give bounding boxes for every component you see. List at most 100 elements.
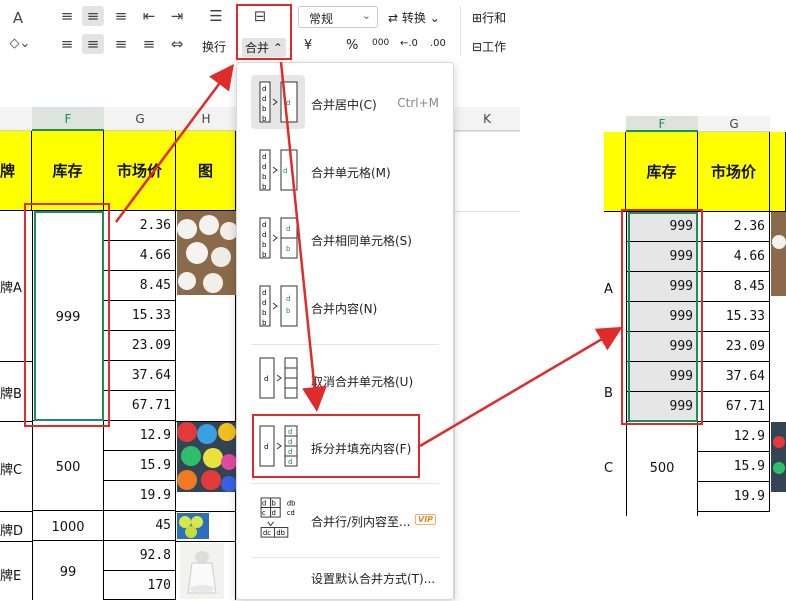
font-size-icon[interactable]: A bbox=[8, 8, 28, 28]
decimal-decrease-button[interactable]: .00 bbox=[430, 38, 446, 49]
header-image-cell[interactable]: 图 bbox=[176, 131, 236, 211]
align-right-icon[interactable]: ≡ bbox=[110, 34, 132, 54]
wrap-text-icon[interactable]: ☰ bbox=[204, 6, 228, 26]
result-col-header-f[interactable]: F bbox=[626, 116, 698, 132]
highlight-box-stock bbox=[24, 203, 110, 427]
svg-text:b: b bbox=[262, 183, 267, 191]
svg-text:b: b bbox=[262, 105, 267, 113]
svg-text:d: d bbox=[262, 289, 266, 297]
result-price-cell[interactable]: 23.09 bbox=[698, 332, 770, 362]
vip-badge: VIP bbox=[415, 514, 437, 525]
menu-item-merge-content[interactable]: ddbbdb 合并内容(N) bbox=[237, 277, 453, 337]
price-cell[interactable]: 15.33 bbox=[104, 301, 176, 331]
brand-cell[interactable]: 牌D bbox=[0, 520, 32, 539]
svg-text:cd: cd bbox=[287, 509, 295, 517]
percent-button[interactable]: % bbox=[346, 38, 358, 53]
stock-value: 1000 bbox=[51, 520, 85, 535]
result-header-price[interactable]: 市场价 bbox=[698, 132, 770, 212]
indent-decrease-icon[interactable]: ⇤ bbox=[138, 6, 160, 26]
col-header-h[interactable]: H bbox=[176, 107, 236, 131]
result-header-stock[interactable]: 库存 bbox=[626, 132, 698, 212]
currency-button[interactable]: ¥ bbox=[304, 38, 312, 53]
decimal-increase-button[interactable]: ←.0 bbox=[400, 38, 418, 49]
result-price-cell[interactable]: 12.9 bbox=[698, 422, 770, 452]
header-price-cell[interactable]: 市场价 bbox=[104, 131, 176, 211]
price-cell[interactable]: 170 bbox=[104, 571, 176, 600]
result-image-strip[interactable] bbox=[771, 212, 786, 296]
header-stock-cell[interactable]: 库存 bbox=[32, 131, 104, 211]
align-center-icon[interactable]: ≡ bbox=[82, 34, 104, 54]
svg-text:d: d bbox=[262, 95, 266, 103]
menu-item-merge-rowcol[interactable]: d b c d db cd dc db 合并行/列内容至... VIP bbox=[237, 489, 453, 549]
col-header-g[interactable]: G bbox=[104, 107, 176, 131]
worksheet-button[interactable]: ⊟工作 bbox=[472, 38, 506, 55]
result-price-cell[interactable]: 8.45 bbox=[698, 272, 770, 302]
row-border bbox=[176, 541, 236, 542]
result-header-image[interactable] bbox=[770, 132, 786, 212]
menu-item-unmerge[interactable]: d 取消合并单元格(U) bbox=[237, 351, 453, 411]
result-price-cell[interactable]: 15.9 bbox=[698, 452, 770, 482]
svg-text:b: b bbox=[262, 241, 267, 249]
shuttlecock-image[interactable] bbox=[180, 543, 224, 599]
price-cell[interactable]: 23.09 bbox=[104, 331, 176, 361]
svg-text:d: d bbox=[264, 375, 268, 383]
col-header-f[interactable]: F bbox=[32, 107, 104, 131]
thousands-button[interactable]: 000 bbox=[372, 38, 389, 48]
tennis-balls-image[interactable] bbox=[177, 513, 209, 539]
result-price-cell[interactable]: 37.64 bbox=[698, 362, 770, 392]
result-header-brand[interactable] bbox=[604, 132, 626, 212]
menu-divider bbox=[251, 483, 439, 484]
merge-same-icon: ddbbdb bbox=[259, 217, 298, 259]
divider bbox=[460, 6, 461, 56]
price-cell[interactable]: 19.9 bbox=[104, 481, 176, 511]
ribbon-toolbar: A ◇⌄ ≡ ≡ ≡ ⇤ ⇥ ≡ ≡ ≡ ≡ ⇔ ☰ 换行 ⊟ 合并 ⌃ 常规 … bbox=[0, 0, 786, 62]
price-cell[interactable]: 8.45 bbox=[104, 271, 176, 301]
wrap-label[interactable]: 换行 bbox=[202, 38, 226, 55]
brand-cell[interactable]: 牌C bbox=[0, 459, 32, 478]
price-cell[interactable]: 4.66 bbox=[104, 241, 176, 271]
result-price-cell[interactable]: 2.36 bbox=[698, 212, 770, 242]
result-price-cell[interactable]: 15.33 bbox=[698, 302, 770, 332]
menu-item-merge-center[interactable]: ddbbd 合并居中(C) Ctrl+M bbox=[237, 73, 453, 133]
result-price-cell[interactable]: 19.9 bbox=[698, 482, 770, 512]
price-cell[interactable]: 15.9 bbox=[104, 451, 176, 481]
result-col-header-g[interactable]: G bbox=[698, 116, 770, 132]
merge-dropdown-menu: ddbbd 合并居中(C) Ctrl+M ddbbd 合并单元格(M) ddbb… bbox=[236, 62, 454, 600]
rowcol-button[interactable]: ⊞行和 bbox=[472, 9, 506, 26]
menu-item-merge-cells[interactable]: ddbbd 合并单元格(M) bbox=[237, 141, 453, 201]
menu-item-merge-same[interactable]: ddbbdb 合并相同单元格(S) bbox=[237, 209, 453, 269]
price-cell[interactable]: 45 bbox=[104, 511, 176, 541]
ribbon-group-mark bbox=[40, 56, 44, 60]
chevron-down-icon: ⌄ bbox=[361, 9, 371, 22]
align-left-icon[interactable]: ≡ bbox=[56, 34, 78, 54]
align-top-icon[interactable]: ≡ bbox=[56, 6, 78, 26]
row-border bbox=[176, 511, 236, 512]
price-cell[interactable]: 67.71 bbox=[104, 391, 176, 421]
header-brand-cell[interactable]: 牌 bbox=[0, 131, 32, 211]
result-brand-letter: C bbox=[604, 461, 614, 476]
clear-format-icon[interactable]: ◇⌄ bbox=[4, 34, 36, 54]
price-cell[interactable]: 92.8 bbox=[104, 541, 176, 571]
result-image-strip[interactable] bbox=[771, 422, 786, 492]
brand-cell[interactable]: 牌E bbox=[0, 565, 32, 584]
justify-icon[interactable]: ≡ bbox=[138, 34, 160, 54]
price-cell[interactable]: 37.64 bbox=[104, 361, 176, 391]
svg-text:b: b bbox=[262, 115, 267, 123]
col-header-k[interactable]: K bbox=[454, 107, 520, 131]
number-format-select[interactable]: 常规 ⌄ bbox=[298, 6, 378, 28]
col-header-e[interactable] bbox=[0, 107, 32, 131]
distribute-icon[interactable]: ⇔ bbox=[166, 34, 188, 54]
align-middle-icon[interactable]: ≡ bbox=[82, 6, 104, 26]
price-cell[interactable]: 2.36 bbox=[104, 211, 176, 241]
result-price-cell[interactable]: 4.66 bbox=[698, 242, 770, 272]
convert-button[interactable]: ⇄ 转换 ⌄ bbox=[388, 9, 440, 26]
pingpong-balls-image[interactable] bbox=[177, 211, 236, 295]
colorful-balls-image[interactable] bbox=[177, 422, 236, 492]
indent-increase-icon[interactable]: ⇥ bbox=[166, 6, 188, 26]
row-border bbox=[0, 511, 32, 512]
result-price-cell[interactable]: 67.71 bbox=[698, 392, 770, 422]
price-cell[interactable]: 12.9 bbox=[104, 421, 176, 451]
align-bottom-icon[interactable]: ≡ bbox=[110, 6, 132, 26]
menu-item-set-default[interactable]: 设置默认合并方式(T)... bbox=[237, 559, 453, 595]
svg-text:d: d bbox=[262, 500, 266, 508]
